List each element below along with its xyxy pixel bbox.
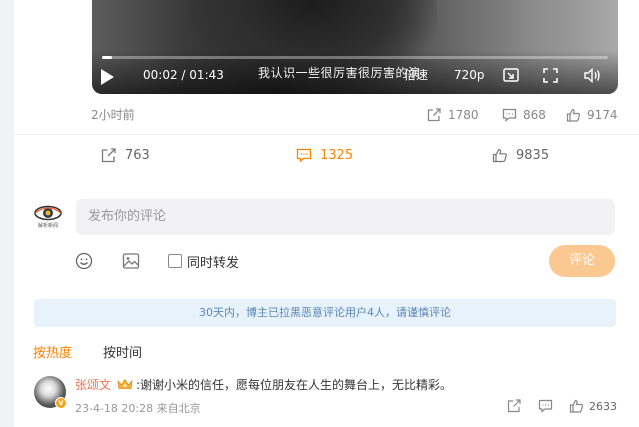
speed-button[interactable]: 倍速	[404, 66, 428, 84]
verified-badge: v	[55, 397, 67, 409]
comment-reply-icon[interactable]	[538, 399, 553, 413]
emoji-icon[interactable]	[75, 252, 93, 270]
volume-icon[interactable]	[584, 68, 602, 83]
repost-icon	[101, 148, 117, 163]
video-comment-stat[interactable]: 868	[502, 108, 546, 122]
moderation-notice: 30天内，博主已拉黑恶意评论用户4人，请谨慎评论	[34, 299, 616, 327]
image-icon[interactable]	[122, 252, 140, 270]
current-time: 00:02	[143, 68, 178, 82]
video-player[interactable]: 00:02 / 01:43 我认识一些很厉害很厉害的演 倍速 720p	[92, 0, 618, 94]
comment-time: 23-4-18 20:28	[75, 402, 154, 415]
commenter-name[interactable]: 张颂文	[75, 376, 111, 393]
play-icon[interactable]	[101, 69, 114, 85]
avatar-caption: 解析新闻	[37, 223, 58, 229]
comment-action-count: 1325	[320, 148, 354, 163]
like-action-count: 9835	[516, 148, 550, 163]
also-repost-checkbox[interactable]	[168, 254, 182, 268]
fullscreen-icon[interactable]	[543, 68, 558, 83]
pip-icon[interactable]	[503, 68, 519, 82]
time-display: 00:02 / 01:43	[143, 66, 224, 84]
thumbs-up-icon	[566, 108, 581, 122]
comment-meta: 23-4-18 20:28 来自北京	[75, 400, 201, 416]
comment-input[interactable]: 发布你的评论	[76, 199, 615, 235]
progress-bar[interactable]	[102, 56, 608, 59]
video-like-stat[interactable]: 9174	[566, 108, 618, 122]
comment-icon	[502, 108, 517, 122]
repost-button[interactable]: 763	[101, 148, 150, 163]
time-separator: /	[181, 68, 186, 82]
also-repost-label[interactable]: 同时转发	[187, 252, 239, 271]
video-subtitle: 我认识一些很厉害很厉害的演	[258, 66, 421, 80]
tab-sort-by-hot[interactable]: 按热度	[33, 342, 72, 361]
video-share-stat[interactable]: 1780	[427, 108, 479, 122]
comment-location: 来自北京	[156, 402, 201, 415]
duration: 01:43	[189, 68, 224, 82]
like-button[interactable]: 9835	[492, 148, 549, 163]
submit-comment-button[interactable]: 评论	[549, 245, 615, 277]
like-count: 9174	[587, 108, 618, 122]
comment-active-icon	[296, 148, 312, 163]
comment-text: :谢谢小米的信任，愿每位朋友在人生的舞台上，无比精彩。	[136, 378, 453, 392]
comment-share-icon[interactable]	[507, 399, 522, 413]
comment-button[interactable]: 1325	[296, 148, 353, 163]
like-icon	[492, 148, 508, 163]
quality-button[interactable]: 720p	[454, 66, 485, 84]
my-avatar[interactable]: 解析新闻	[31, 199, 65, 233]
post-time: 2小时前	[91, 108, 135, 122]
share-count: 1780	[448, 108, 479, 122]
repost-count: 763	[125, 148, 150, 163]
comment-like-icon[interactable]	[569, 399, 584, 413]
tab-sort-by-time[interactable]: 按时间	[103, 342, 142, 361]
comment-like-count: 2633	[589, 400, 617, 413]
share-icon	[427, 108, 442, 122]
comment-count: 868	[523, 108, 546, 122]
divider	[14, 134, 639, 135]
progress-fill	[102, 56, 113, 59]
crown-icon	[117, 378, 133, 390]
